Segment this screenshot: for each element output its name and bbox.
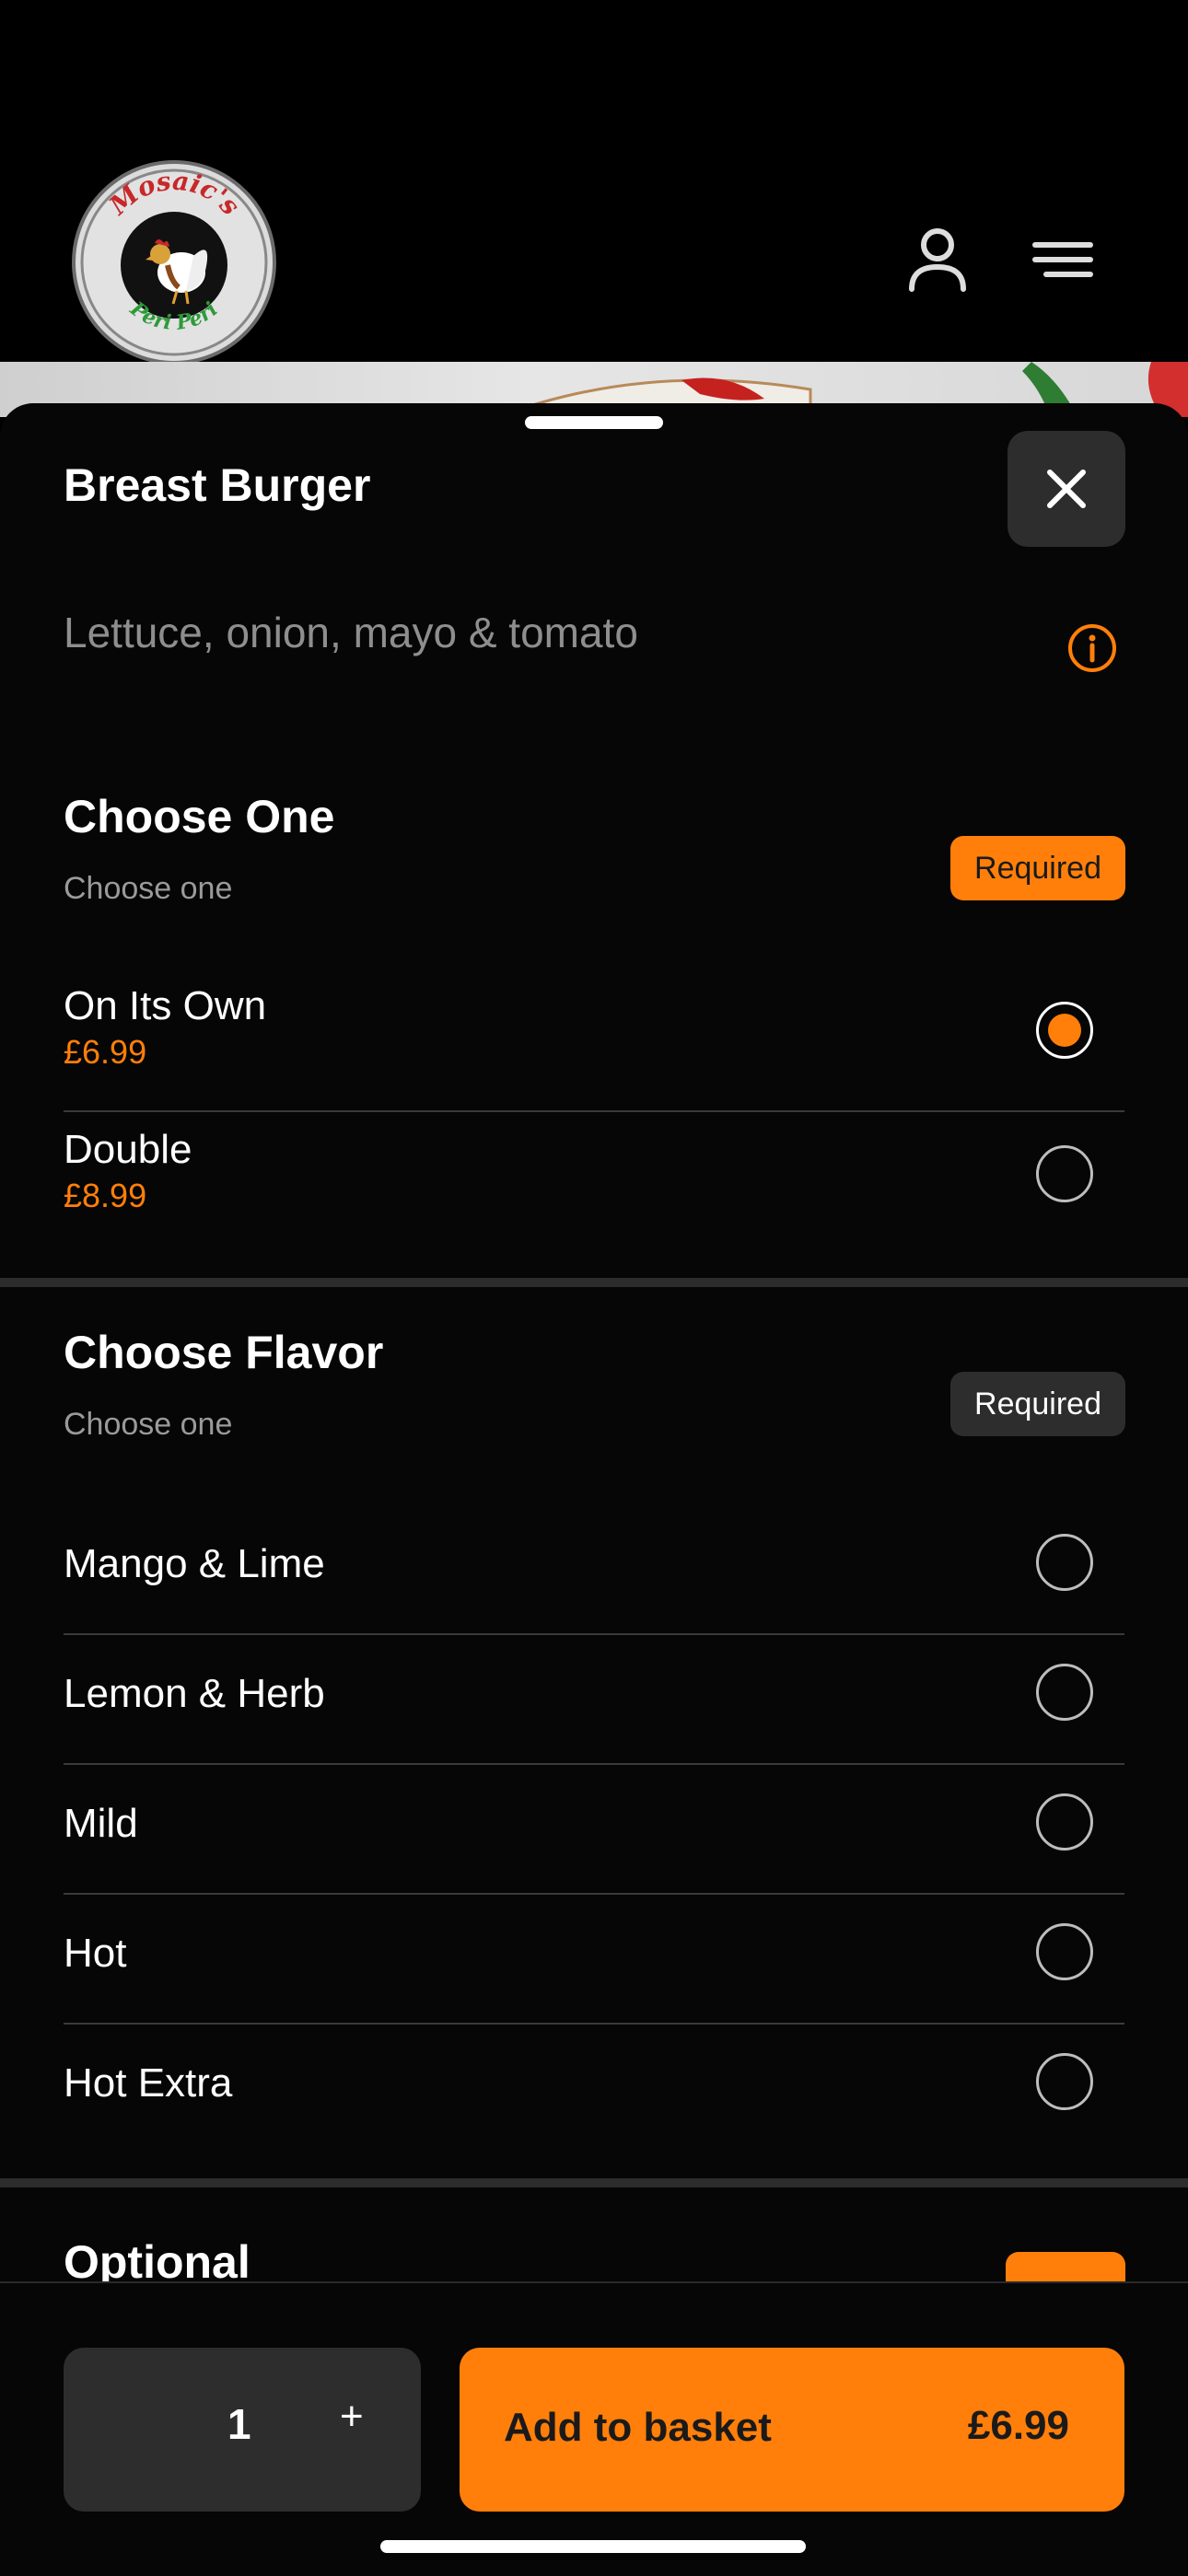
- group-title: Choose Flavor: [64, 1327, 384, 1378]
- radio-unselected[interactable]: [1036, 1923, 1093, 1980]
- quantity-value: 1: [227, 2400, 251, 2448]
- radio-unselected[interactable]: [1036, 1145, 1093, 1202]
- required-badge: Required: [950, 836, 1125, 900]
- section-separator: [0, 1278, 1188, 1287]
- sheet-grabber[interactable]: [525, 416, 663, 429]
- option-name: Mild: [64, 1801, 138, 1846]
- footer-action-bar: 1 + Add to basket £6.99: [0, 2281, 1188, 2576]
- option-row[interactable]: Hot Extra: [64, 2053, 1124, 2152]
- option-name: On Its Own: [64, 983, 267, 1028]
- divider: [64, 1110, 1124, 1112]
- close-button[interactable]: [1007, 431, 1125, 547]
- option-row[interactable]: Mild: [64, 1793, 1124, 1893]
- option-price: £6.99: [64, 1033, 147, 1071]
- option-row[interactable]: Double £8.99: [64, 1127, 1124, 1265]
- option-name: Mango & Lime: [64, 1541, 325, 1586]
- option-name: Hot Extra: [64, 2060, 233, 2106]
- item-detail-sheet: Breast Burger Lettuce, onion, mayo & tom…: [0, 403, 1188, 2574]
- add-to-basket-button[interactable]: Add to basket £6.99: [460, 2348, 1124, 2512]
- app-header: Mosaic's Peri Peri: [0, 0, 1188, 365]
- radio-selected[interactable]: [1036, 1002, 1093, 1059]
- info-icon[interactable]: [1066, 622, 1118, 674]
- radio-unselected[interactable]: [1036, 1664, 1093, 1721]
- add-to-basket-price: £6.99: [967, 2403, 1069, 2448]
- divider: [64, 2023, 1124, 2025]
- group-title: Choose One: [64, 791, 335, 842]
- group-subtitle: Choose one: [64, 871, 233, 906]
- option-price: £8.99: [64, 1177, 147, 1214]
- home-indicator[interactable]: [380, 2540, 806, 2553]
- group-subtitle: Choose one: [64, 1407, 233, 1442]
- divider: [64, 1763, 1124, 1765]
- add-to-basket-label: Add to basket: [504, 2405, 772, 2450]
- increase-quantity-button[interactable]: +: [340, 2394, 364, 2440]
- close-icon: [1047, 470, 1086, 508]
- required-badge: Required: [950, 1372, 1125, 1436]
- section-separator: [0, 2178, 1188, 2187]
- item-description: Lettuce, onion, mayo & tomato: [64, 609, 638, 656]
- divider: [64, 1633, 1124, 1635]
- option-name: Double: [64, 1127, 192, 1172]
- option-row[interactable]: Lemon & Herb: [64, 1664, 1124, 1763]
- option-row[interactable]: On Its Own £6.99: [64, 983, 1124, 1121]
- radio-unselected[interactable]: [1036, 2053, 1093, 2110]
- menu-icon[interactable]: [1026, 223, 1100, 296]
- user-icon[interactable]: [901, 223, 974, 296]
- radio-unselected[interactable]: [1036, 1793, 1093, 1851]
- option-row[interactable]: Hot: [64, 1923, 1124, 2023]
- brand-logo[interactable]: Mosaic's Peri Peri: [72, 160, 276, 365]
- item-title: Breast Burger: [64, 459, 371, 511]
- radio-unselected[interactable]: [1036, 1534, 1093, 1591]
- option-name: Lemon & Herb: [64, 1671, 325, 1716]
- option-name: Hot: [64, 1931, 127, 1976]
- quantity-stepper[interactable]: 1 +: [64, 2348, 421, 2512]
- option-row[interactable]: Mango & Lime: [64, 1534, 1124, 1633]
- divider: [64, 1893, 1124, 1895]
